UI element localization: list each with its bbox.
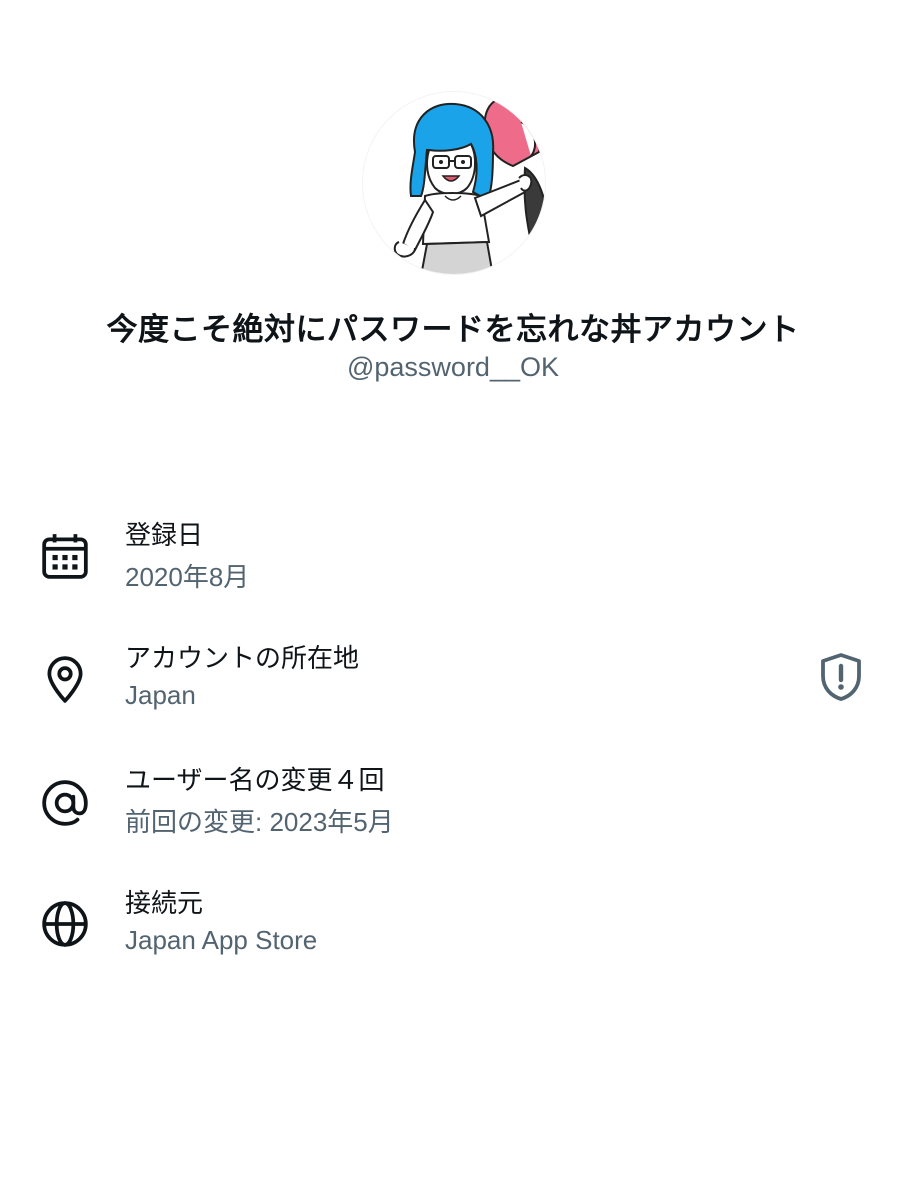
- connected-via-value: Japan App Store: [125, 925, 318, 955]
- location-title: アカウントの所在地: [125, 644, 360, 674]
- location-pin-icon: [38, 652, 92, 706]
- display-name: 今度こそ絶対にパスワードを忘れな丼アカウント: [106, 312, 800, 348]
- location-value: Japan: [125, 680, 196, 710]
- shield-alert-icon[interactable]: [818, 652, 864, 702]
- account-info-page: 今度こそ絶対にパスワードを忘れな丼アカウント @password__OK 登録日…: [0, 0, 906, 1200]
- info-row-joined: 登録日 2020年8月: [0, 515, 906, 615]
- username-changes-value: 前回の変更: 2023年5月: [125, 807, 394, 837]
- info-row-location: アカウントの所在地 Japan: [0, 638, 906, 738]
- connected-via-title: 接続元: [125, 889, 204, 919]
- globe-icon: [38, 897, 92, 951]
- info-row-connected-via: 接続元 Japan App Store: [0, 883, 906, 983]
- info-row-username-changes: ユーザー名の変更４回 前回の変更: 2023年5月: [0, 760, 906, 860]
- username-handle: @password__OK: [346, 352, 559, 382]
- calendar-icon: [38, 529, 92, 583]
- avatar[interactable]: [362, 91, 546, 275]
- username-changes-title: ユーザー名の変更４回: [125, 766, 385, 796]
- at-sign-icon: [38, 776, 92, 830]
- joined-title: 登録日: [125, 521, 204, 551]
- avatar-illustration-icon: [363, 92, 545, 274]
- joined-value: 2020年8月: [125, 562, 250, 592]
